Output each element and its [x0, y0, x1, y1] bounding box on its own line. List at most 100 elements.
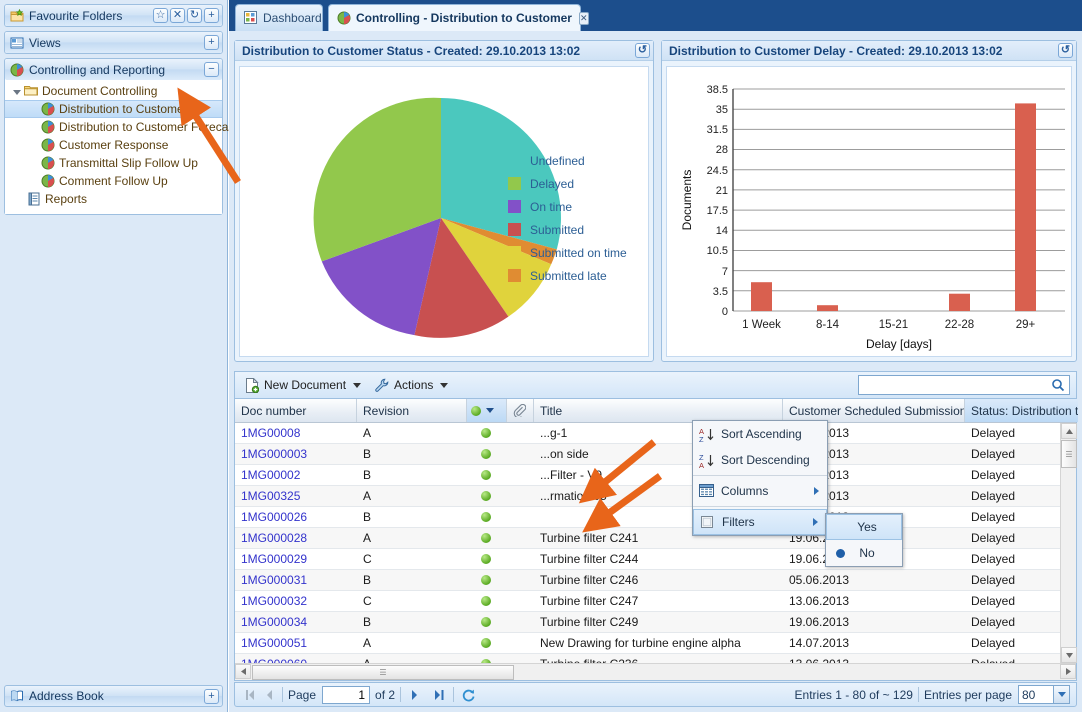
table-row[interactable]: 1MG000051 A New Drawing for turbine engi…	[235, 633, 1060, 654]
dashboard-icon	[244, 11, 258, 25]
cell-doc-number[interactable]: 1MG00325	[235, 489, 357, 503]
grid-horizontal-scrollbar[interactable]: ☰	[235, 663, 1076, 680]
menu-item-sort-descending[interactable]: Z A Sort Descending	[693, 447, 827, 473]
tab-controlling-distribution-to-customer[interactable]: Controlling - Distribution to Customer ✕	[328, 4, 581, 31]
chevron-down-icon[interactable]	[13, 90, 21, 95]
search-input[interactable]	[859, 376, 1051, 394]
table-row[interactable]: 1MG00002 B ...Filter - V9 09.04.2013 Del…	[235, 465, 1060, 486]
sidebar-item-address-book[interactable]: Address Book +	[4, 685, 223, 707]
cell-revision: C	[357, 594, 467, 608]
scroll-right-button[interactable]	[1060, 664, 1076, 679]
sidebar-panel-favourite-folders: Favourite Folders ☆ ✕ ↻ +	[4, 4, 223, 27]
tree-item-comment-follow-up[interactable]: Comment Follow Up	[5, 172, 222, 190]
table-row[interactable]: 1MG000031 B Turbine filter C246 05.06.20…	[235, 570, 1060, 591]
refresh-button[interactable]: ↻	[187, 8, 202, 23]
column-header-doc-number[interactable]: Doc number	[235, 399, 357, 422]
page-input[interactable]	[322, 686, 370, 704]
column-header-status-dot[interactable]	[467, 399, 507, 422]
column-header-status-distribution[interactable]: Status: Distribution to Cust...	[965, 399, 1078, 422]
entries-per-page-value[interactable]: 80	[1018, 685, 1054, 704]
table-row[interactable]: 1MG000028 A Turbine filter C241 19.06.20…	[235, 528, 1060, 549]
cell-doc-number[interactable]: 1MG000034	[235, 615, 357, 629]
filters-submenu[interactable]: Yes No	[825, 513, 903, 567]
table-row[interactable]: 1MG000034 B Turbine filter C249 19.06.20…	[235, 612, 1060, 633]
tree-item-distribution-to-customer-forecast[interactable]: Distribution to Customer Forecast	[5, 118, 222, 136]
submenu-item-no[interactable]: No	[826, 540, 902, 566]
table-row[interactable]: 1MG00325 A ...rmation 05 12.06.2013 Dela…	[235, 486, 1060, 507]
legend-item: Submitted	[508, 218, 627, 241]
scroll-down-button[interactable]	[1061, 647, 1077, 663]
refresh-icon[interactable]	[459, 686, 477, 704]
controlling-and-reporting-header[interactable]: Controlling and Reporting −	[5, 59, 222, 80]
column-context-menu[interactable]: A Z Sort Ascending Z A Sort Descending	[692, 420, 828, 536]
chevron-down-icon[interactable]	[1054, 685, 1070, 704]
cell-doc-number[interactable]: 1MG00002	[235, 468, 357, 482]
tree-item-distribution-to-customer[interactable]: Distribution to Customer	[5, 100, 222, 118]
favourite-folders-header[interactable]: Favourite Folders ☆ ✕ ↻ +	[5, 5, 222, 26]
cell-doc-number[interactable]: 1MG000028	[235, 531, 357, 545]
status-dot-icon	[481, 554, 491, 564]
cell-doc-number[interactable]: 1MG000026	[235, 510, 357, 524]
actions-button[interactable]: Actions	[371, 374, 452, 396]
tree-item-document-controlling[interactable]: Document Controlling	[5, 82, 222, 100]
menu-item-columns[interactable]: Columns	[693, 478, 827, 504]
tree-item-reports[interactable]: Reports	[5, 190, 222, 208]
tree-item-transmittal-slip-follow-up[interactable]: Transmittal Slip Follow Up	[5, 154, 222, 172]
table-row[interactable]: 1MG000003 B ...on side 28.03.2013 Delaye…	[235, 444, 1060, 465]
last-page-button[interactable]	[430, 686, 448, 704]
scroll-up-button[interactable]	[1061, 423, 1077, 439]
menu-item-filters[interactable]: Filters	[693, 509, 827, 535]
cell-doc-number[interactable]: 1MG000032	[235, 594, 357, 608]
add-button[interactable]: +	[204, 689, 219, 704]
table-row[interactable]: 1MG000029 C Turbine filter C244 19.06.20…	[235, 549, 1060, 570]
cell-doc-number[interactable]: 1MG000003	[235, 447, 357, 461]
menu-item-sort-ascending[interactable]: A Z Sort Ascending	[693, 421, 827, 447]
views-header[interactable]: Views +	[5, 32, 222, 53]
svg-text:29+: 29+	[1016, 319, 1036, 331]
submenu-item-yes[interactable]: Yes	[826, 514, 902, 540]
table-row[interactable]: 1MG000060 A Turbine filter C236 13.06.20…	[235, 654, 1060, 663]
close-icon[interactable]: ✕	[579, 12, 589, 25]
collapse-button[interactable]: −	[204, 62, 219, 77]
close-button[interactable]: ✕	[170, 8, 185, 23]
chevron-down-icon[interactable]	[486, 408, 494, 413]
tree-item-customer-response[interactable]: Customer Response	[5, 136, 222, 154]
grid-vertical-scroll-thumb[interactable]: ☰	[1061, 440, 1077, 468]
table-row[interactable]: 1MG000032 C Turbine filter C247 13.06.20…	[235, 591, 1060, 612]
column-header-attachment[interactable]	[507, 399, 534, 422]
next-page-button[interactable]	[406, 686, 424, 704]
tab-dashboard[interactable]: Dashboard	[235, 4, 323, 31]
menu-item-label: Sort Descending	[721, 453, 827, 467]
tab-bar: Dashboard Controlling - Distribution to …	[229, 0, 1082, 31]
cell-title: Turbine filter C247	[534, 594, 783, 608]
cell-doc-number[interactable]: 1MG000029	[235, 552, 357, 566]
scroll-left-button[interactable]	[235, 664, 251, 679]
star-button[interactable]: ☆	[153, 8, 168, 23]
grid-horizontal-scroll-thumb[interactable]: ☰	[252, 665, 514, 680]
first-page-button[interactable]	[241, 686, 259, 704]
chevron-down-icon[interactable]	[440, 383, 448, 388]
cell-doc-number[interactable]: 1MG00008	[235, 426, 357, 440]
chevron-down-icon[interactable]	[353, 383, 361, 388]
cell-revision: B	[357, 447, 467, 461]
status-dot-icon	[481, 533, 491, 543]
table-row[interactable]: 1MG000026 B 19.06.2013 Delayed	[235, 507, 1060, 528]
search-icon[interactable]	[1051, 378, 1065, 392]
grid-vertical-scrollbar[interactable]: ☰	[1060, 423, 1076, 663]
previous-page-button[interactable]	[259, 686, 277, 704]
table-row[interactable]: 1MG00008 A ...g-1 20.02.2013 Delayed	[235, 423, 1060, 444]
add-button[interactable]: +	[204, 35, 219, 50]
new-document-button[interactable]: New Document	[241, 374, 365, 396]
cell-doc-number[interactable]: 1MG000051	[235, 636, 357, 650]
search-box[interactable]	[858, 375, 1070, 395]
refresh-icon[interactable]: ↺	[635, 43, 650, 58]
add-button[interactable]: +	[204, 8, 219, 23]
column-header-customer-scheduled-submission[interactable]: Customer Scheduled Submission ...	[783, 399, 965, 422]
cell-distribution-status: Delayed	[965, 615, 1060, 629]
panel-distribution-status: Distribution to Customer Status - Create…	[234, 40, 654, 362]
grid-body[interactable]: 1MG00008 A ...g-1 20.02.2013 Delayed 1MG…	[235, 423, 1060, 663]
refresh-icon[interactable]: ↺	[1058, 43, 1073, 58]
cell-doc-number[interactable]: 1MG000031	[235, 573, 357, 587]
column-header-revision[interactable]: Revision	[357, 399, 467, 422]
column-header-title[interactable]: Title	[534, 399, 783, 422]
